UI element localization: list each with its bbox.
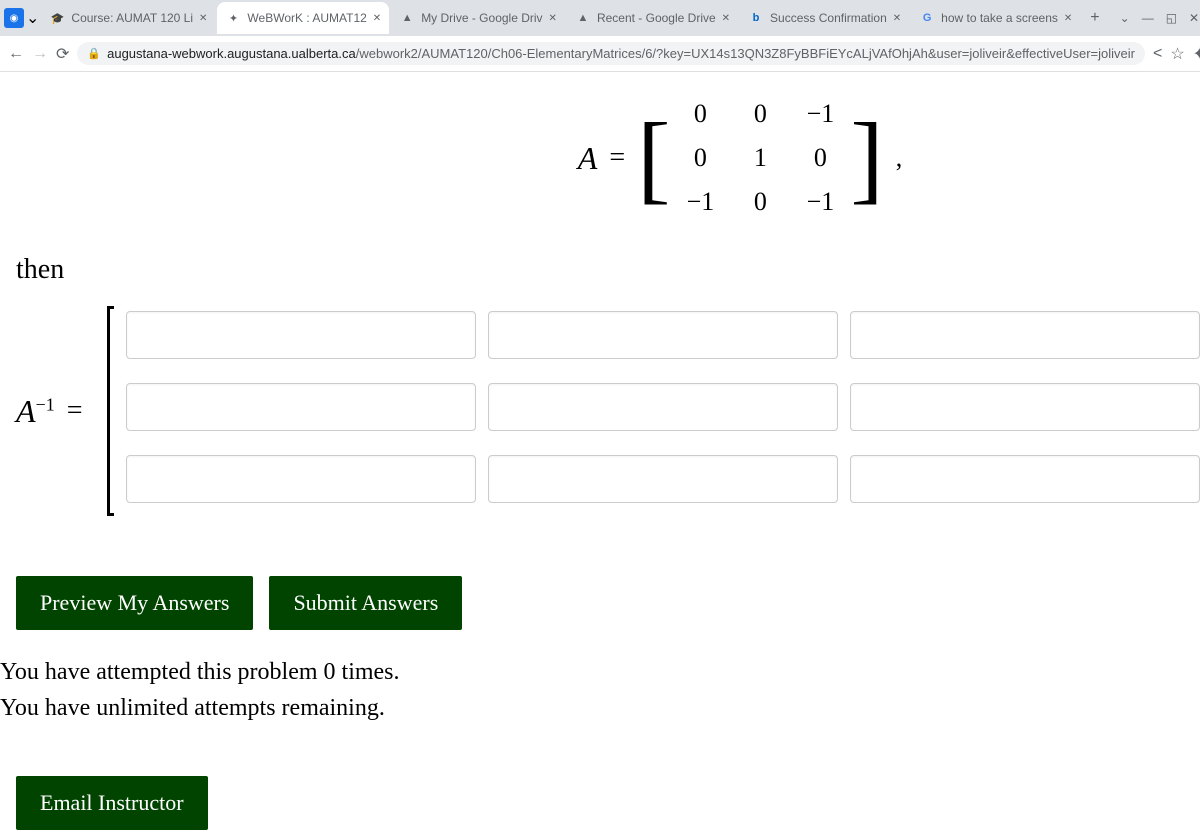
attempts-line: You have attempted this problem 0 times. bbox=[0, 654, 1200, 690]
matrix-A-display: A = [ 0 0 −1 0 1 0 −1 0 −1 ] , bbox=[140, 92, 1200, 224]
minimize-icon[interactable]: — bbox=[1142, 11, 1154, 25]
matrix-cell: 0 bbox=[730, 99, 790, 129]
attempt-status: You have attempted this problem 0 times.… bbox=[0, 654, 1200, 726]
tab-recent[interactable]: ▲ Recent - Google Drive ✕ bbox=[567, 2, 738, 34]
answer-cell-1-3[interactable] bbox=[850, 311, 1200, 359]
meet-app-icon[interactable]: ◉ bbox=[4, 4, 24, 32]
tab-screenshot[interactable]: G how to take a screens ✕ bbox=[911, 2, 1080, 34]
answer-cell-2-3[interactable] bbox=[850, 383, 1200, 431]
remaining-line: You have unlimited attempts remaining. bbox=[0, 690, 1200, 726]
answer-cell-3-1[interactable] bbox=[126, 455, 476, 503]
close-icon[interactable]: ✕ bbox=[722, 13, 730, 24]
url-text: augustana-webwork.augustana.ualberta.ca/… bbox=[107, 46, 1135, 61]
back-button[interactable]: ← bbox=[8, 42, 24, 66]
answer-cell-2-1[interactable] bbox=[126, 383, 476, 431]
equals-sign: = bbox=[67, 395, 83, 427]
equals-sign: = bbox=[609, 142, 625, 174]
tab-title: Success Confirmation bbox=[770, 11, 887, 25]
tab-title: WeBWorK : AUMAT12 bbox=[247, 11, 366, 25]
url-field[interactable]: 🔒 augustana-webwork.augustana.ualberta.c… bbox=[77, 42, 1145, 65]
close-icon[interactable]: ✕ bbox=[893, 13, 901, 24]
matrix-cell: 0 bbox=[670, 143, 730, 173]
bracket-left: [ bbox=[637, 108, 670, 208]
browser-tab-strip: ◉ ⌄ 🎓 Course: AUMAT 120 Li ✕ ✦ WeBWorK :… bbox=[0, 0, 1200, 36]
bookmark-icon[interactable]: ☆ bbox=[1170, 42, 1184, 66]
reload-button[interactable]: ⟳ bbox=[56, 42, 69, 66]
preview-button[interactable]: Preview My Answers bbox=[16, 576, 253, 630]
a-inverse-label: A−1 bbox=[16, 393, 55, 430]
webwork-icon: ✦ bbox=[225, 10, 241, 26]
matrix-cell: 0 bbox=[790, 143, 850, 173]
answer-cell-1-1[interactable] bbox=[126, 311, 476, 359]
answer-cell-3-3[interactable] bbox=[850, 455, 1200, 503]
tab-title: Recent - Google Drive bbox=[597, 11, 716, 25]
drive-icon: ▲ bbox=[399, 10, 415, 26]
tab-course[interactable]: 🎓 Course: AUMAT 120 Li ✕ bbox=[41, 2, 215, 34]
close-icon[interactable]: ✕ bbox=[373, 13, 381, 24]
bartleby-icon: b bbox=[748, 10, 764, 26]
matrix-values: 0 0 −1 0 1 0 −1 0 −1 bbox=[670, 92, 850, 224]
tab-title: My Drive - Google Driv bbox=[421, 11, 542, 25]
matrix-cell: −1 bbox=[790, 99, 850, 129]
share-icon[interactable]: < bbox=[1153, 42, 1162, 66]
answer-cell-1-2[interactable] bbox=[488, 311, 838, 359]
matrix-cell: 1 bbox=[730, 143, 790, 173]
big-bracket-left bbox=[107, 306, 115, 516]
google-icon: G bbox=[919, 10, 935, 26]
then-label: then bbox=[16, 254, 1200, 286]
forward-button[interactable]: → bbox=[32, 42, 48, 66]
answer-input-grid bbox=[126, 311, 1200, 511]
comma: , bbox=[896, 143, 903, 173]
answer-matrix-row: A−1 = bbox=[16, 306, 1200, 516]
tab-mydrive[interactable]: ▲ My Drive - Google Driv ✕ bbox=[391, 2, 565, 34]
maximize-icon[interactable]: ◱ bbox=[1166, 11, 1177, 25]
page-content: A = [ 0 0 −1 0 1 0 −1 0 −1 ] , then A−1 … bbox=[0, 92, 1200, 830]
answer-cell-3-2[interactable] bbox=[488, 455, 838, 503]
bracket-right: ] bbox=[850, 108, 883, 208]
matrix-name: A bbox=[578, 140, 598, 177]
tab-webwork[interactable]: ✦ WeBWorK : AUMAT12 ✕ bbox=[217, 2, 389, 34]
matrix-cell: −1 bbox=[670, 187, 730, 217]
close-window-icon[interactable]: ✕ bbox=[1189, 11, 1199, 25]
drive-icon: ▲ bbox=[575, 10, 591, 26]
chevron-down-icon[interactable]: ⌄ bbox=[1120, 11, 1130, 25]
matrix-cell: 0 bbox=[670, 99, 730, 129]
matrix-cell: −1 bbox=[790, 187, 850, 217]
tab-title: Course: AUMAT 120 Li bbox=[71, 11, 193, 25]
tab-title: how to take a screens bbox=[941, 11, 1058, 25]
email-instructor-button[interactable]: Email Instructor bbox=[16, 776, 208, 830]
moodle-icon: 🎓 bbox=[49, 10, 65, 26]
answer-cell-2-2[interactable] bbox=[488, 383, 838, 431]
lock-icon: 🔒 bbox=[87, 47, 101, 60]
extensions-icon[interactable]: ✦ bbox=[1193, 42, 1200, 66]
tab-success[interactable]: b Success Confirmation ✕ bbox=[740, 2, 909, 34]
search-tabs-icon[interactable]: ⌄ bbox=[26, 4, 39, 32]
address-bar: ← → ⟳ 🔒 augustana-webwork.augustana.ualb… bbox=[0, 36, 1200, 72]
close-icon[interactable]: ✕ bbox=[1064, 13, 1072, 24]
action-buttons: Preview My Answers Submit Answers bbox=[16, 576, 1200, 630]
submit-button[interactable]: Submit Answers bbox=[269, 576, 462, 630]
matrix-cell: 0 bbox=[730, 187, 790, 217]
new-tab-button[interactable]: + bbox=[1082, 9, 1107, 27]
close-icon[interactable]: ✕ bbox=[199, 13, 207, 24]
close-icon[interactable]: ✕ bbox=[549, 13, 557, 24]
